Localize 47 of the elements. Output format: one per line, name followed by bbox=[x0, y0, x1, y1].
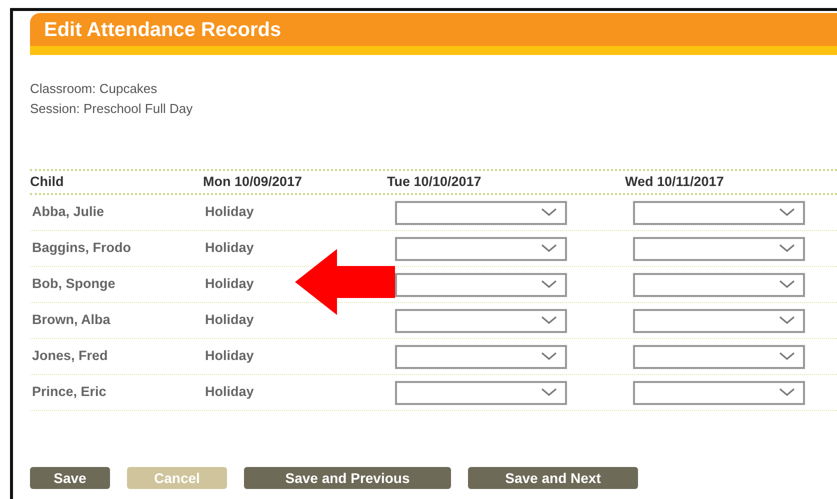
chevron-icon bbox=[541, 280, 557, 289]
arrow-icon bbox=[295, 249, 395, 315]
table-cell-text: Holiday bbox=[204, 384, 254, 400]
table-cell-text: Prince, Eric bbox=[31, 384, 106, 400]
action-button[interactable]: Save and Previous bbox=[244, 467, 451, 489]
info-text: Session: Preschool Full Day bbox=[30, 100, 194, 118]
table-cell-text: Holiday bbox=[204, 348, 254, 364]
dropdown-field[interactable] bbox=[395, 344, 567, 368]
table-cell-text: Holiday bbox=[204, 240, 254, 256]
column-header: Mon 10/09/2017 bbox=[203, 174, 302, 189]
column-header: Wed 10/11/2017 bbox=[625, 174, 724, 189]
chevron-icon bbox=[779, 280, 795, 289]
chevron-icon bbox=[541, 244, 557, 253]
table-cell-text: Holiday bbox=[204, 204, 254, 220]
dropdown-field[interactable] bbox=[395, 380, 567, 404]
page-title: Edit Attendance Records bbox=[30, 13, 837, 55]
table-cell-text: Holiday bbox=[204, 276, 254, 292]
dropdown-field[interactable] bbox=[395, 236, 567, 260]
dropdown-field[interactable] bbox=[633, 344, 805, 368]
table-cell-text: Bob, Sponge bbox=[31, 276, 116, 292]
dropdown-field[interactable] bbox=[395, 308, 567, 332]
action-button[interactable]: Save and Next bbox=[468, 467, 638, 489]
info-text: Classroom: Cupcakes bbox=[30, 80, 158, 98]
dropdown-field[interactable] bbox=[633, 200, 805, 224]
chevron-icon bbox=[779, 316, 795, 325]
action-button[interactable]: Save bbox=[30, 467, 110, 489]
table-cell-text: Abba, Julie bbox=[31, 204, 104, 220]
dropdown-field[interactable] bbox=[633, 380, 805, 404]
dropdown-field[interactable] bbox=[395, 272, 567, 296]
table-cell-text: Baggins, Frodo bbox=[31, 240, 131, 256]
chevron-icon bbox=[779, 244, 795, 253]
chevron-icon bbox=[541, 316, 557, 325]
chevron-icon bbox=[541, 208, 557, 217]
chevron-icon bbox=[541, 352, 557, 361]
table-cell-text: Holiday bbox=[204, 312, 254, 328]
table-cell-text: Jones, Fred bbox=[31, 348, 108, 364]
table-cell-text: Brown, Alba bbox=[31, 312, 110, 328]
chevron-icon bbox=[541, 388, 557, 397]
dropdown-field[interactable] bbox=[633, 272, 805, 296]
dropdown-field[interactable] bbox=[395, 200, 567, 224]
dropdown-field[interactable] bbox=[633, 308, 805, 332]
column-header: Tue 10/10/2017 bbox=[387, 174, 482, 189]
chevron-icon bbox=[779, 388, 795, 397]
chevron-icon bbox=[779, 208, 795, 217]
chevron-icon bbox=[779, 352, 795, 361]
dropdown-field[interactable] bbox=[633, 236, 805, 260]
column-header: Child bbox=[30, 174, 64, 189]
